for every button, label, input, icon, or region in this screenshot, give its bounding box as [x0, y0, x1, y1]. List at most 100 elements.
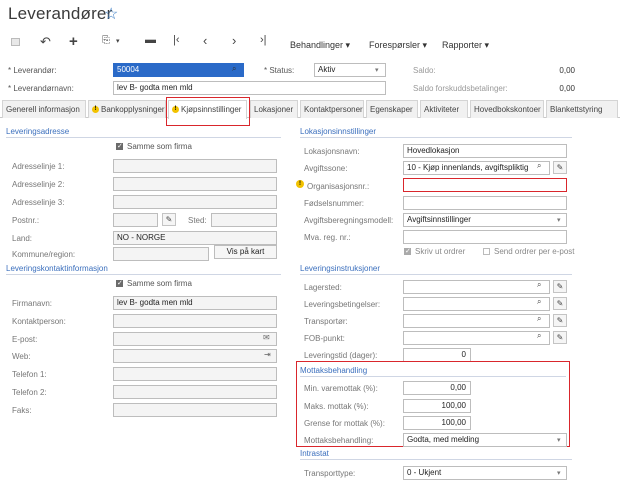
tab-locations[interactable]: Lokasjoner [250, 100, 298, 118]
web-input[interactable] [113, 349, 277, 363]
company-name-label: Firmanavn: [12, 299, 53, 308]
divider [300, 137, 572, 138]
next-record-icon[interactable]: › [232, 33, 236, 48]
place-input[interactable] [211, 213, 277, 227]
address2-label: Adresselinje 2: [12, 180, 65, 189]
max-receipt-label: Maks. mottak (%): [304, 402, 369, 411]
warehouse-input[interactable] [403, 280, 550, 294]
edit-icon[interactable]: ✎ [553, 280, 567, 293]
divider [300, 459, 572, 460]
divider [6, 274, 281, 275]
search-icon[interactable]: ⌕ [537, 161, 541, 171]
transport-type-select[interactable]: 0 - Ukjent [403, 466, 567, 480]
menu-foresporsler[interactable]: Forespørsler ▾ [369, 40, 427, 51]
edit-icon[interactable]: ✎ [553, 161, 567, 174]
fax-input[interactable] [113, 403, 277, 417]
show-map-button[interactable]: Vis på kart [214, 245, 277, 259]
same-as-company-checkbox-2[interactable]: ✓ [116, 280, 123, 287]
highlight-tab-box [166, 97, 250, 126]
postal-input[interactable] [113, 213, 158, 227]
supplier-label: * Leverandør: [8, 66, 57, 75]
send-orders-checkbox[interactable] [483, 248, 490, 255]
phone1-input[interactable] [113, 367, 277, 381]
carrier-label: Transportør: [304, 317, 348, 326]
lead-time-input[interactable]: 0 [403, 348, 471, 362]
email-label: E-post: [12, 335, 38, 344]
print-orders-checkbox[interactable]: ✓ [404, 248, 411, 255]
address3-input[interactable] [113, 195, 277, 209]
tax-zone-input[interactable]: 10 - Kjøp innenlands, avgiftspliktig [403, 161, 550, 175]
same-as-company-checkbox[interactable]: ✓ [116, 143, 123, 150]
birth-no-label: Fødselsnummer: [304, 199, 365, 208]
envelope-icon[interactable]: ✉ [263, 333, 270, 342]
threshold-input[interactable]: 100,00 [403, 416, 471, 430]
supplier-input[interactable]: 50004 [113, 63, 244, 77]
search-icon[interactable]: ⌕ [232, 64, 236, 74]
country-label: Land: [12, 234, 33, 243]
web-label: Web: [12, 352, 31, 361]
email-input[interactable] [113, 332, 277, 346]
tab-activities[interactable]: Aktiviteter [420, 100, 468, 118]
address2-input[interactable] [113, 177, 277, 191]
first-record-icon[interactable]: |‹ [173, 34, 180, 46]
undo-icon[interactable]: ↶ [40, 34, 51, 50]
phone2-input[interactable] [113, 385, 277, 399]
tab-general[interactable]: Generell informasjon [2, 100, 86, 118]
address3-label: Adresselinje 3: [12, 198, 65, 207]
fob-input[interactable] [403, 331, 550, 345]
max-receipt-input[interactable]: 100,00 [403, 399, 471, 413]
org-no-input[interactable] [403, 178, 567, 192]
address1-input[interactable] [113, 159, 277, 173]
birth-no-input[interactable] [403, 196, 567, 210]
carrier-input[interactable] [403, 314, 550, 328]
menu-behandlinger[interactable]: Behandlinger ▾ [290, 40, 350, 51]
last-record-icon[interactable]: ›| [260, 34, 267, 46]
receipt-action-select[interactable]: Godta, med melding [403, 433, 567, 447]
phone1-label: Telefon 1: [12, 370, 47, 379]
edit-icon[interactable]: ✎ [162, 213, 176, 226]
open-link-icon[interactable]: ⇥ [264, 350, 271, 359]
min-receipt-label: Min. varemottak (%): [304, 384, 378, 393]
contact-person-input[interactable] [113, 314, 277, 328]
place-label: Sted: [188, 216, 207, 225]
tab-contacts[interactable]: Kontaktpersoner [300, 100, 364, 118]
fob-label: FOB-punkt: [304, 334, 345, 343]
edit-icon[interactable]: ✎ [553, 331, 567, 344]
favorite-star-icon[interactable]: ☆ [104, 4, 118, 24]
save-icon[interactable] [11, 38, 20, 46]
tax-model-select[interactable]: Avgiftsinnstillinger [403, 213, 567, 227]
search-icon[interactable]: ⌕ [537, 314, 541, 324]
status-label: * Status: [264, 66, 295, 75]
delete-icon[interactable]: ▬ [145, 34, 156, 46]
search-icon[interactable]: ⌕ [537, 280, 541, 290]
tax-model-label: Avgiftsberegningsmodell: [304, 216, 394, 225]
edit-icon[interactable]: ✎ [553, 297, 567, 310]
edit-icon[interactable]: ✎ [553, 314, 567, 327]
country-input[interactable]: NO - NORGE [113, 231, 277, 245]
contact-title: Leveringskontaktinformasjon [6, 264, 108, 273]
vat-input[interactable] [403, 230, 567, 244]
menu-rapporter[interactable]: Rapporter ▾ [442, 40, 489, 51]
name-label: * Leverandørnavn: [8, 84, 74, 93]
chevron-down-icon: ▾ [557, 470, 561, 477]
search-icon[interactable]: ⌕ [537, 331, 541, 341]
name-input[interactable]: lev B- godta men mld [113, 81, 386, 95]
search-icon[interactable]: ⌕ [537, 297, 541, 307]
terms-input[interactable] [403, 297, 550, 311]
phone2-label: Telefon 2: [12, 388, 47, 397]
location-name-input[interactable]: Hovedlokasjon [403, 144, 567, 158]
region-input[interactable] [113, 247, 209, 261]
min-receipt-input[interactable]: 0,00 [403, 381, 471, 395]
company-name-input[interactable]: lev B- godta men mld [113, 296, 277, 310]
tab-forms[interactable]: Blankettstyring [546, 100, 618, 118]
copy-icon[interactable]: ⎘ ▾ [102, 35, 120, 46]
intrastat-title: Intrastat [300, 449, 329, 458]
location-settings-title: Lokasjonsinnstillinger [300, 127, 377, 136]
add-icon[interactable]: + [69, 33, 78, 50]
tab-gl-accounts[interactable]: Hovedbokskontoer [470, 100, 544, 118]
tab-properties[interactable]: Egenskaper [366, 100, 418, 118]
tab-bank[interactable]: ! Bankopplysninger [88, 100, 166, 118]
region-label: Kommune/region: [12, 250, 76, 259]
previous-record-icon[interactable]: ‹ [203, 33, 207, 48]
same-as-company-label-2: Samme som firma [127, 279, 192, 288]
